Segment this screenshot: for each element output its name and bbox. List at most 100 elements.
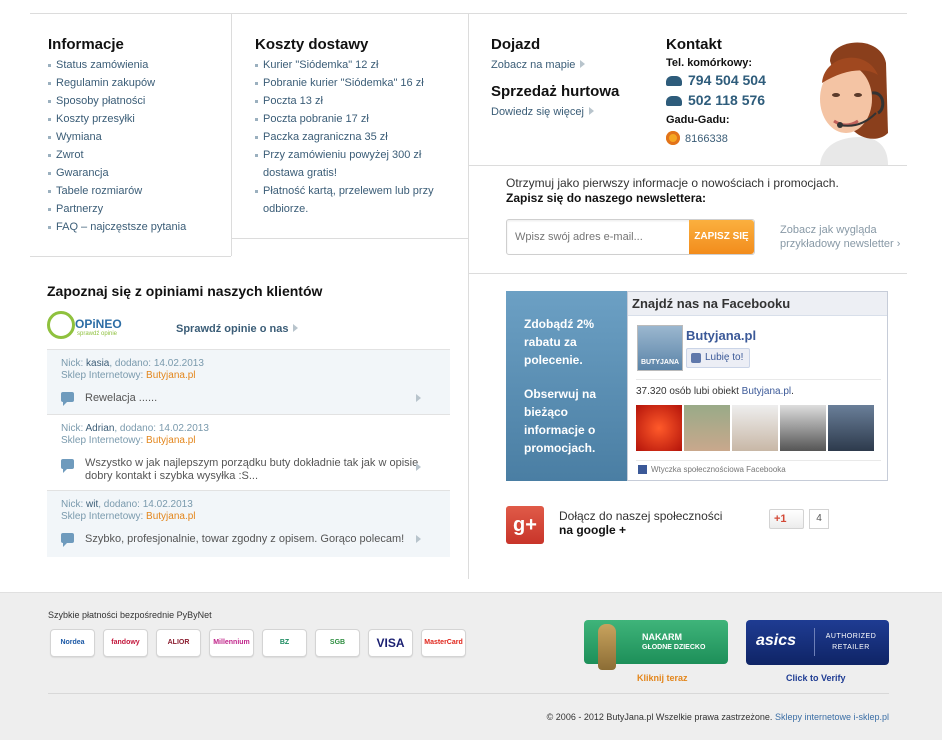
- newsletter-form: ZAPISZ SIĘ: [506, 219, 755, 255]
- contact-title: Kontakt: [666, 36, 722, 53]
- phone-number-2[interactable]: 502 118 576: [688, 92, 765, 108]
- nick-label: Nick:: [61, 499, 84, 510]
- newsletter-subscribe-button[interactable]: ZAPISZ SIĘ: [689, 220, 754, 254]
- info-link[interactable]: Partnerzy: [48, 200, 223, 218]
- review-nick: kasia: [86, 358, 110, 369]
- facebook-page-name[interactable]: Butyjana.pl: [686, 328, 756, 343]
- facebook-like-label: Lubię to!: [705, 352, 744, 363]
- pajacyk-line2: GŁODNE DZIECKO: [642, 644, 706, 651]
- opineo-logo-icon: [47, 311, 75, 339]
- wholesale-title: Sprzedaż hurtowa: [491, 83, 620, 100]
- bank-logo[interactable]: fandowy: [103, 629, 148, 657]
- newsletter-sample-link[interactable]: Zobacz jak wygląda przykładowy newslette…: [780, 223, 905, 251]
- asics-banner[interactable]: asics AUTHORIZED RETAILER: [746, 620, 889, 665]
- info-link[interactable]: Gwarancja: [48, 164, 223, 182]
- gg-label: Gadu-Gadu:: [666, 114, 730, 126]
- fan-avatar[interactable]: [780, 405, 826, 451]
- facebook-like-button[interactable]: Lubię to!: [686, 348, 750, 368]
- review-meta: Nick: Adrian, dodano: 14.02.2013 Sklep In…: [61, 423, 209, 447]
- info-link[interactable]: Zwrot: [48, 146, 223, 164]
- review-item[interactable]: Nick: kasia, dodano: 14.02.2013 Sklep Int…: [47, 349, 450, 414]
- gg-number[interactable]: 8166338: [685, 133, 728, 145]
- pajacyk-cta[interactable]: Kliknij teraz: [637, 673, 688, 683]
- speech-bubble-icon: [61, 392, 74, 406]
- directions-link[interactable]: Zobacz na mapie: [491, 59, 575, 71]
- fan-avatar[interactable]: [732, 405, 778, 451]
- contact-block: Kontakt Tel. komórkowy: 794 504 504 502 …: [666, 36, 806, 147]
- review-date: 14.02.2013: [153, 358, 204, 369]
- support-agent-image: [800, 33, 888, 165]
- bank-logo[interactable]: ALIOR BANK: [156, 629, 201, 657]
- shipping-item[interactable]: Przy zamówieniu powyżej 300 zł dostawa g…: [255, 146, 455, 182]
- review-item[interactable]: Nick: wit, dodano: 14.02.2013 Sklep Inter…: [47, 490, 450, 557]
- shipping-item[interactable]: Kurier "Siódemka" 12 zł: [255, 56, 455, 74]
- review-item[interactable]: Nick: Adrian, dodano: 14.02.2013 Sklep In…: [47, 414, 450, 490]
- info-link[interactable]: Status zamówienia: [48, 56, 223, 74]
- google-plus-text: Dołącz do naszej społeczności na google …: [559, 509, 722, 537]
- review-nick: wit: [86, 499, 99, 510]
- info-link[interactable]: Tabele rozmiarów: [48, 182, 223, 200]
- asics-cta[interactable]: Click to Verify: [786, 673, 846, 683]
- newsletter-email-input[interactable]: [515, 228, 685, 246]
- google-plus-line2: na google +: [559, 523, 627, 537]
- review-shop[interactable]: Butyjana.pl: [146, 370, 195, 381]
- chevron-right-icon: [588, 106, 594, 115]
- promo-text-1: Zdobądź 2% rabatu za polecenie.: [524, 317, 595, 367]
- chevron-right-icon[interactable]: [416, 535, 421, 543]
- fan-avatar[interactable]: [828, 405, 874, 451]
- bank-logo[interactable]: MasterCard: [421, 629, 466, 657]
- shop-label: Sklep Internetowy:: [61, 435, 144, 446]
- facebook-plugin-note-text: Wtyczka społecznościowa Facebooka: [651, 465, 786, 474]
- promo-box[interactable]: Zdobądź 2% rabatu za polecenie. Obserwuj…: [506, 291, 627, 481]
- facebook-likes-page[interactable]: Butyjana.pl: [742, 386, 791, 397]
- facebook-icon: [638, 465, 647, 475]
- info-link[interactable]: FAQ – najczęstsze pytania: [48, 218, 223, 236]
- support-agent-illustration: [820, 42, 888, 165]
- added-label: , dodano:: [114, 423, 157, 434]
- review-shop[interactable]: Butyjana.pl: [146, 511, 195, 522]
- facebook-page-avatar[interactable]: BUTYJANA: [637, 325, 683, 371]
- bank-logo[interactable]: Nordea: [50, 629, 95, 657]
- wholesale-block: Sprzedaż hurtowa Dowiedz się więcej: [491, 83, 661, 120]
- shipping-item[interactable]: Pobranie kurier "Siódemka" 16 zł: [255, 74, 455, 92]
- fan-avatar[interactable]: [636, 405, 682, 451]
- bank-logo[interactable]: BZ: [262, 629, 307, 657]
- chevron-right-icon: [293, 323, 299, 332]
- asics-logo: asics: [756, 632, 797, 649]
- opineo-logo-sub: sprawdź opinie: [77, 331, 118, 337]
- credit-link[interactable]: Sklepy internetowe i-sklep.pl: [775, 712, 889, 722]
- info-link[interactable]: Sposoby płatności: [48, 92, 223, 110]
- promo-text-2: Obserwuj na bieżąco informacje o promocj…: [524, 387, 597, 455]
- shipping-item[interactable]: Poczta pobranie 17 zł: [255, 110, 455, 128]
- info-link[interactable]: Regulamin zakupów: [48, 74, 223, 92]
- bank-logo[interactable]: VISA: [368, 629, 413, 657]
- review-shop[interactable]: Butyjana.pl: [146, 435, 195, 446]
- info-link[interactable]: Koszty przesyłki: [48, 110, 223, 128]
- google-plus-one-button[interactable]: +1: [769, 509, 804, 529]
- newsletter-line2: Zapisz się do naszego newslettera:: [506, 191, 707, 205]
- chevron-right-icon[interactable]: [416, 463, 421, 471]
- google-plus-icon[interactable]: g+: [506, 506, 544, 544]
- chevron-right-icon[interactable]: [416, 394, 421, 402]
- newsletter-line1: Otrzymuj jako pierwszy informacje o nowo…: [506, 176, 839, 190]
- added-label: , dodano:: [109, 358, 152, 369]
- info-link[interactable]: Wymiana: [48, 128, 223, 146]
- phone-number-1[interactable]: 794 504 504: [688, 72, 766, 88]
- fan-avatar[interactable]: [684, 405, 730, 451]
- facebook-avatar-text: BUTYJANA: [640, 359, 680, 366]
- wholesale-link[interactable]: Dowiedz się więcej: [491, 106, 584, 118]
- pajacyk-banner[interactable]: NAKARM GŁODNE DZIECKO: [584, 620, 728, 670]
- google-plus-line1: Dołącz do naszej społeczności: [559, 509, 723, 523]
- info-links: Status zamówienia Regulamin zakupów Sposob…: [48, 56, 223, 236]
- opineo-logo[interactable]: OPiNEO sprawdź opinie: [47, 311, 139, 341]
- directions-block: Dojazd Zobacz na mapie: [491, 36, 651, 73]
- bank-logo[interactable]: SGB: [315, 629, 360, 657]
- mobile-label: Tel. komórkowy:: [666, 57, 752, 69]
- shipping-item[interactable]: Poczta 13 zł: [255, 92, 455, 110]
- shipping-item[interactable]: Paczka zagraniczna 35 zł: [255, 128, 455, 146]
- shipping-item[interactable]: Płatność kartą, przelewem lub przy odbio…: [255, 182, 455, 218]
- bank-logo[interactable]: Millennium: [209, 629, 254, 657]
- check-opinions-link[interactable]: Sprawdź opinie o nas: [176, 323, 288, 335]
- pajacyk-line1: NAKARM: [642, 632, 682, 642]
- facebook-likes-line: 37.320 osób lubi obiekt Butyjana.pl.: [636, 386, 794, 397]
